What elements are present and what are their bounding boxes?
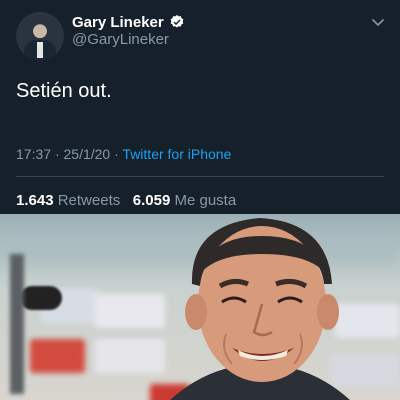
- meta-separator: ·: [54, 146, 64, 162]
- retweets-count: 1.643: [16, 192, 54, 209]
- meta-separator: ·: [114, 146, 119, 162]
- background-board: [30, 339, 85, 373]
- retweets-label: Retweets: [57, 192, 121, 209]
- likes-label: Me gusta: [174, 192, 237, 209]
- divider: [16, 176, 384, 177]
- tweet-photo[interactable]: [0, 214, 400, 400]
- tweet-source-link[interactable]: Twitter for iPhone: [122, 146, 231, 162]
- chevron-down-icon[interactable]: [370, 14, 386, 30]
- tweet-stats: 1.643 Retweets 6.059 Me gusta: [16, 192, 236, 209]
- tweet-card: Gary Lineker @GaryLineker Setién out. 17…: [0, 0, 400, 214]
- tweet-meta: 17:37 · 25/1/20 · Twitter for iPhone: [16, 146, 231, 162]
- retweets-stat[interactable]: 1.643 Retweets: [16, 192, 120, 209]
- tweet-date[interactable]: 25/1/20: [64, 146, 111, 162]
- microphone: [20, 286, 62, 310]
- microphone-stand: [10, 254, 24, 394]
- likes-count: 6.059: [132, 192, 171, 209]
- tweet-text: Setién out.: [16, 80, 112, 102]
- author-name[interactable]: Gary Lineker: [72, 14, 164, 31]
- verified-badge-icon: [170, 15, 184, 28]
- avatar-shirt: [37, 42, 43, 58]
- likes-stat[interactable]: 6.059 Me gusta: [133, 192, 236, 209]
- tweet-time[interactable]: 17:37: [16, 146, 51, 162]
- author-avatar[interactable]: [16, 12, 64, 60]
- author-handle[interactable]: @GaryLineker: [72, 31, 169, 48]
- author-name-row[interactable]: Gary Lineker: [72, 12, 185, 32]
- smiling-man-photo: [170, 218, 350, 400]
